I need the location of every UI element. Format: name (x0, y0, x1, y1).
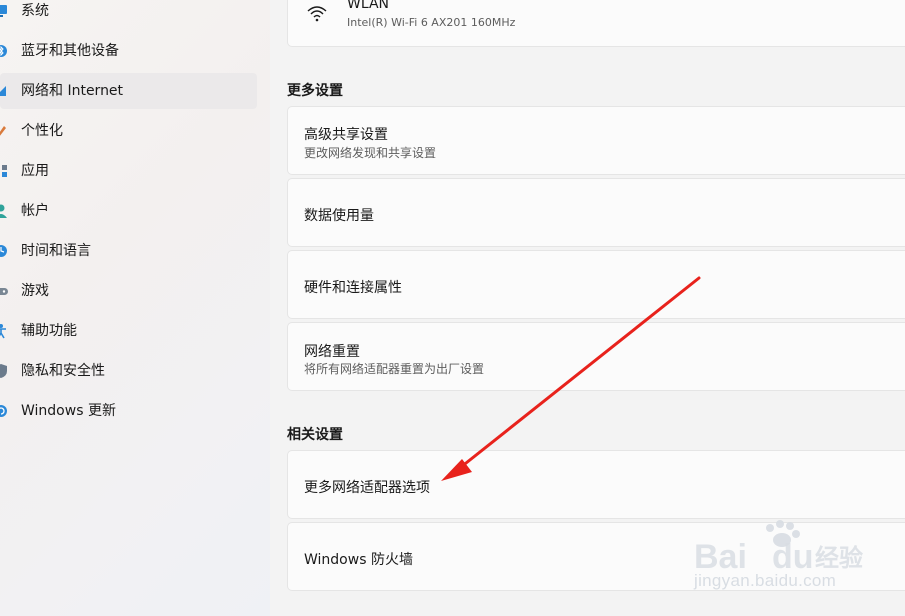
sidebar: 系统 蓝牙和其他设备 网络和 Internet 个性化 应用 帐户 时间和语言 … (0, 0, 270, 616)
sidebar-item-label: Windows 更新 (21, 403, 116, 419)
card-title: 数据使用量 (304, 208, 374, 224)
sidebar-item-privacy-security[interactable]: 隐私和安全性 (0, 353, 257, 389)
sidebar-item-accounts[interactable]: 帐户 (0, 193, 257, 229)
network-reset[interactable]: 网络重置 将所有网络适配器重置为出厂设置 (287, 322, 905, 391)
sidebar-item-gaming[interactable]: 游戏 (0, 273, 257, 309)
update-icon (0, 402, 9, 420)
data-usage[interactable]: 数据使用量 (287, 178, 905, 247)
sidebar-item-label: 游戏 (21, 283, 49, 299)
svg-text:经验: 经验 (815, 544, 863, 572)
network-icon (0, 82, 9, 100)
advanced-sharing-settings[interactable]: 高级共享设置 更改网络发现和共享设置 (287, 106, 905, 175)
card-subtitle: 更改网络发现和共享设置 (304, 146, 437, 160)
globe-clock-icon (0, 242, 9, 260)
wifi-icon (306, 3, 328, 23)
sidebar-item-label: 网络和 Internet (21, 83, 124, 99)
sidebar-item-label: 系统 (21, 3, 49, 19)
section-header-related-settings: 相关设置 (287, 427, 343, 443)
section-header-more-settings: 更多设置 (287, 83, 343, 99)
bluetooth-icon (0, 42, 9, 60)
shield-icon (0, 362, 9, 380)
sidebar-item-windows-update[interactable]: Windows 更新 (0, 393, 257, 429)
sidebar-item-label: 辅助功能 (21, 323, 77, 339)
accessibility-icon (0, 322, 9, 340)
sidebar-item-label: 应用 (21, 163, 49, 179)
card-title: 硬件和连接属性 (304, 280, 402, 296)
card-title: Windows 防火墙 (304, 552, 413, 568)
sidebar-item-system[interactable]: 系统 (0, 0, 257, 29)
watermark-url: jingyan.baidu.com (694, 571, 837, 590)
more-network-adapter-options[interactable]: 更多网络适配器选项 (287, 450, 905, 519)
gamepad-icon (0, 282, 9, 300)
sidebar-item-accessibility[interactable]: 辅助功能 (0, 313, 257, 349)
baidu-watermark: Bai du 经验 jingyan.baidu.com (692, 520, 872, 600)
wlan-title: WLAN (347, 0, 390, 12)
sidebar-item-label: 个性化 (21, 123, 63, 139)
card-subtitle: 将所有网络适配器重置为出厂设置 (304, 362, 485, 376)
sidebar-item-label: 隐私和安全性 (21, 363, 105, 379)
card-title: 更多网络适配器选项 (304, 480, 430, 496)
wlan-card[interactable]: WLAN Intel(R) Wi-Fi 6 AX201 160MHz (287, 0, 905, 47)
sidebar-item-personalization[interactable]: 个性化 (0, 113, 257, 149)
brush-icon (0, 122, 9, 140)
card-title: 网络重置 (304, 344, 360, 360)
sidebar-item-label: 帐户 (21, 203, 49, 219)
sidebar-item-label: 蓝牙和其他设备 (21, 43, 119, 59)
sidebar-item-time-language[interactable]: 时间和语言 (0, 233, 257, 269)
sidebar-item-bluetooth[interactable]: 蓝牙和其他设备 (0, 33, 257, 69)
sidebar-item-apps[interactable]: 应用 (0, 153, 257, 189)
monitor-icon (0, 2, 9, 20)
sidebar-item-label: 时间和语言 (21, 243, 91, 259)
wlan-adapter-name: Intel(R) Wi-Fi 6 AX201 160MHz (347, 16, 516, 29)
account-icon (0, 202, 9, 220)
hardware-connection-properties[interactable]: 硬件和连接属性 (287, 250, 905, 319)
apps-icon (0, 162, 9, 180)
sidebar-item-network[interactable]: 网络和 Internet (0, 73, 257, 109)
card-title: 高级共享设置 (304, 127, 388, 143)
